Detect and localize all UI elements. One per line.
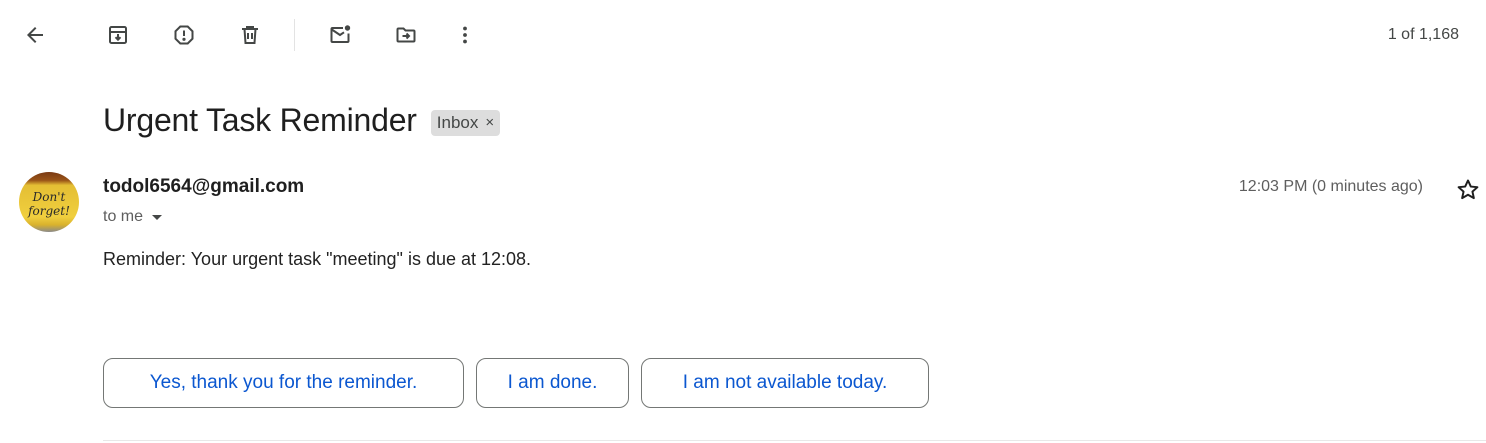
avatar-text-line1: Don't	[32, 190, 66, 204]
message-toolbar: 1 of 1,168	[0, 0, 1486, 72]
mark-unread-icon[interactable]	[320, 15, 360, 55]
smart-reply-button-done[interactable]: I am done.	[476, 358, 629, 408]
inbox-label-chip[interactable]: Inbox ×	[430, 109, 501, 136]
email-subject: Urgent Task Reminder	[103, 102, 417, 138]
divider	[103, 440, 1486, 441]
caret-down-icon	[152, 215, 163, 220]
more-vert-icon[interactable]	[445, 15, 485, 55]
report-spam-icon[interactable]	[164, 15, 204, 55]
remove-label-icon[interactable]: ×	[485, 114, 494, 131]
label-text: Inbox	[436, 112, 479, 132]
delete-icon[interactable]	[230, 15, 270, 55]
avatar-text-line2: forget!	[27, 204, 70, 218]
email-view: 1 of 1,168 Urgent Task Reminder Inbox × …	[0, 0, 1486, 443]
recipient-details-toggle[interactable]: to me	[103, 208, 163, 226]
smart-reply-button-thanks[interactable]: Yes, thank you for the reminder.	[103, 358, 464, 408]
toolbar-divider	[294, 19, 295, 51]
back-arrow-icon[interactable]	[15, 15, 55, 55]
sender-email[interactable]: todol6564@gmail.com	[103, 176, 304, 198]
message-body: Reminder: Your urgent task "meeting" is …	[103, 249, 532, 269]
message-count: 1 of 1,168	[1387, 26, 1459, 43]
recipient-text: to me	[103, 208, 144, 225]
avatar[interactable]: Don't forget!	[19, 172, 79, 232]
move-to-icon[interactable]	[386, 15, 426, 55]
smart-reply-button-unavailable[interactable]: I am not available today.	[641, 358, 929, 408]
archive-icon[interactable]	[98, 15, 138, 55]
subject-row: Urgent Task Reminder Inbox ×	[103, 102, 501, 139]
message-time: 12:03 PM (0 minutes ago)	[1238, 178, 1423, 195]
sticky-note-avatar-image: Don't forget!	[19, 172, 79, 232]
star-icon[interactable]	[1455, 177, 1481, 203]
